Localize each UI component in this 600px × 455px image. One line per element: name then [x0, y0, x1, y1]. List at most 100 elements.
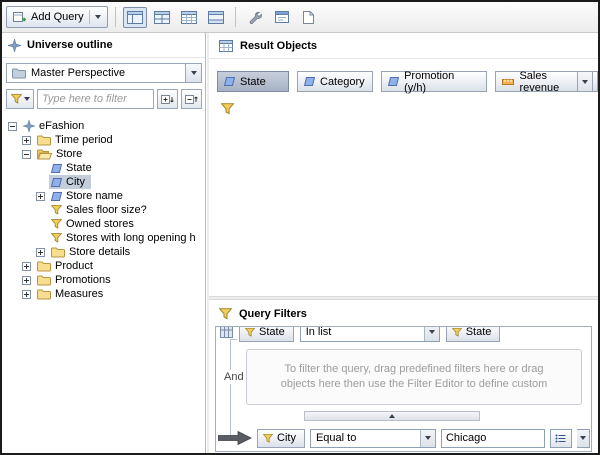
perspective-select[interactable]: Master Perspective	[6, 63, 202, 83]
folder-icon	[37, 289, 51, 300]
caret-down-icon	[423, 327, 439, 341]
query-filters-icon	[219, 308, 232, 320]
and-operator-label[interactable]: And	[221, 370, 247, 384]
tree-filter-bar	[6, 89, 202, 109]
tree-item-state[interactable]: State	[2, 161, 205, 175]
dimension-icon	[388, 77, 400, 86]
tree-item-efashion[interactable]: eFashion	[2, 119, 205, 133]
universe-outline-header: Universe outline	[2, 33, 205, 58]
caret-down-icon	[582, 79, 588, 84]
tree-item-label: Time period	[55, 134, 113, 146]
filter-object-chip-state[interactable]: State	[239, 327, 294, 342]
document-icon	[303, 10, 315, 24]
folder-icon	[37, 261, 51, 272]
expand-expander-icon[interactable]	[22, 135, 31, 145]
tools-button[interactable]	[243, 7, 267, 28]
expand-all-icon	[161, 94, 174, 104]
expand-all-button[interactable]	[157, 89, 178, 109]
universe-outline-icon	[8, 38, 21, 52]
dimension-icon	[304, 77, 315, 86]
filter-drop-zone[interactable]: To filter the query, drag predefined fil…	[246, 349, 582, 405]
tree-item-label: Store	[56, 148, 83, 160]
result-objects-header: Result Objects	[209, 33, 598, 59]
tree-item-label: Stores with long opening h	[66, 232, 196, 244]
and-bracket	[230, 339, 237, 439]
selected-tree-item[interactable]: City	[49, 175, 91, 189]
pill-label: Category	[320, 75, 365, 88]
filter-value-input[interactable]	[440, 428, 545, 448]
tree-item-owned-stores[interactable]: Owned stores	[2, 217, 205, 231]
result-objects-icon	[219, 39, 233, 52]
tree-item-store-name[interactable]: Store name	[2, 189, 205, 203]
funnel-icon	[51, 219, 62, 229]
funnel-icon	[451, 327, 462, 337]
universe-icon	[23, 120, 35, 132]
operator-select-state[interactable]: In list	[299, 326, 440, 342]
expand-expander-icon[interactable]	[22, 261, 31, 271]
scroll-up-button[interactable]	[304, 411, 480, 421]
value-list-caret-button[interactable]	[576, 428, 590, 448]
tree-item-time-period[interactable]: Time period	[2, 133, 205, 147]
add-query-button[interactable]: Add Query	[6, 6, 108, 28]
tree-item-measures[interactable]: Measures	[2, 287, 205, 301]
properties-button[interactable]	[270, 7, 294, 28]
value-list-button[interactable]	[549, 428, 572, 448]
horizontal-splitter[interactable]	[209, 296, 598, 300]
wrench-icon	[249, 11, 262, 24]
funnel-icon	[51, 233, 62, 243]
filter-menu-button[interactable]	[6, 89, 34, 109]
collapse-expander-icon[interactable]	[8, 121, 17, 131]
expand-expander-icon[interactable]	[22, 289, 31, 299]
tree-item-label: Owned stores	[66, 218, 134, 230]
toolbar: Add Query	[2, 2, 598, 33]
funnel-icon	[10, 94, 22, 104]
tree-item-product[interactable]: Product	[2, 259, 205, 273]
collapse-all-button[interactable]	[181, 89, 202, 109]
dimension-icon	[51, 191, 62, 201]
tree-filter-input[interactable]	[37, 89, 154, 109]
tree-item-label: Promotions	[55, 274, 111, 286]
add-query-label: Add Query	[31, 11, 84, 23]
query-filters-title: Query Filters	[239, 308, 307, 320]
pill-label: State	[240, 75, 266, 88]
add-query-divider	[88, 10, 90, 24]
view-grid-icon	[153, 10, 170, 24]
tree-item-store[interactable]: Store	[2, 147, 205, 161]
operator-value: In list	[305, 326, 332, 338]
result-pill-category[interactable]: Category	[297, 71, 374, 92]
toolbar-separator	[114, 7, 116, 27]
view-split-vertical-button[interactable]	[122, 6, 147, 28]
operand-object-chip-state[interactable]: State	[445, 327, 501, 342]
view-table-button[interactable]	[177, 7, 201, 28]
collapse-expander-icon[interactable]	[22, 149, 31, 159]
tree-item-sales-floor-size[interactable]: Sales floor size?	[2, 203, 205, 217]
tree-item-label: State	[66, 162, 92, 174]
tree-item-store-details[interactable]: Store details	[2, 245, 205, 259]
funnel-icon	[51, 205, 62, 215]
result-pill-promotion[interactable]: Promotion (y/h)	[381, 70, 488, 94]
folder-icon	[37, 135, 51, 146]
universe-outline-panel: Universe outline Master Perspective Type…	[2, 33, 206, 453]
tree-item-label: Measures	[55, 288, 104, 300]
expand-expander-icon[interactable]	[36, 191, 45, 201]
filter-object-chip-city[interactable]: City	[257, 428, 305, 448]
filter-grid-icon	[220, 327, 233, 338]
tree-item-city[interactable]: City	[2, 175, 205, 189]
result-pill-state[interactable]: State	[217, 71, 289, 92]
pills-scroll-down-button[interactable]	[577, 71, 593, 92]
measure-icon	[502, 78, 515, 86]
tree-item-stores-long-opening[interactable]: Stores with long opening h	[2, 231, 205, 245]
expand-expander-icon[interactable]	[36, 247, 45, 257]
view-split-horizontal-icon	[207, 10, 224, 24]
operator-select-city[interactable]: Equal to	[309, 428, 436, 448]
tree-item-promotions[interactable]: Promotions	[2, 273, 205, 287]
filter-icon	[221, 103, 234, 115]
view-grid-button[interactable]	[150, 7, 174, 28]
view-split-horizontal-button[interactable]	[204, 7, 228, 28]
chip-label: City	[277, 432, 296, 444]
expand-expander-icon[interactable]	[22, 275, 31, 285]
annotation-arrow	[218, 430, 252, 446]
operator-value: Equal to	[315, 432, 357, 444]
list-icon	[555, 434, 566, 442]
document-button[interactable]	[297, 7, 321, 28]
